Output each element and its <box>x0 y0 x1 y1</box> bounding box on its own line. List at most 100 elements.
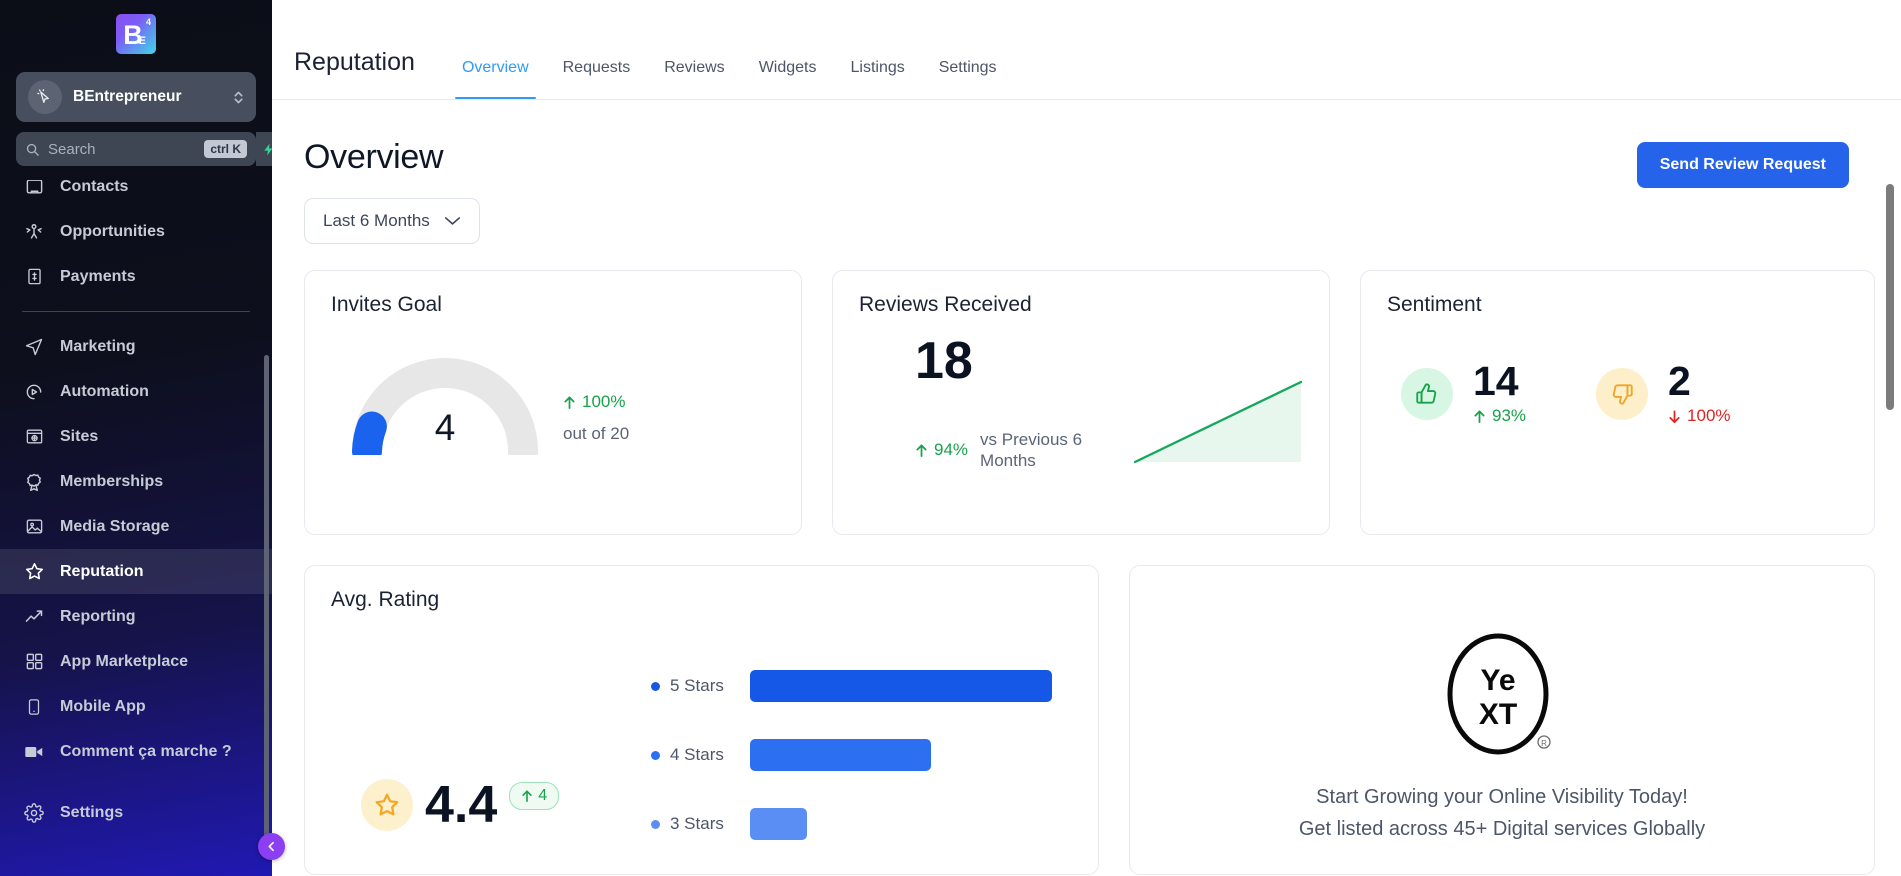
reviews-received-delta: 94% <box>915 440 968 460</box>
sidebar-item-label: Reputation <box>60 562 144 580</box>
memberships-icon <box>22 470 46 494</box>
svg-text:XT: XT <box>1479 698 1517 731</box>
search-input[interactable]: Search ctrl K <box>16 132 272 166</box>
sidebar-item-media-storage[interactable]: Media Storage <box>0 504 272 549</box>
sidebar-item-mobile-app[interactable]: Mobile App <box>0 684 272 729</box>
ai-bolt-button[interactable] <box>256 132 272 166</box>
card-invites-goal: Invites Goal 4 100% out of 20 <box>304 270 802 535</box>
sentiment-negative-value: 2 <box>1668 358 1691 404</box>
tab-bar: Overview Requests Reviews Widgets Listin… <box>445 59 1014 99</box>
invites-goal-delta: 100% <box>563 392 629 412</box>
sidebar-item-reporting[interactable]: Reporting <box>0 594 272 639</box>
overview-header-row: Overview Last 6 Months Send Review Reque… <box>304 100 1875 244</box>
opportunities-icon <box>22 220 46 244</box>
cursor-icon <box>36 88 49 103</box>
sentiment-negative: 2 100% <box>1596 361 1731 426</box>
avg-rating-change-badge: 4 <box>509 782 560 810</box>
avg-rating-summary: 4.4 4 <box>331 670 651 840</box>
reporting-trend-icon <box>22 605 46 629</box>
reviews-received-sparkline <box>1100 376 1303 472</box>
chevron-down-icon <box>444 211 461 231</box>
page-scrollbar[interactable] <box>1886 184 1894 410</box>
avg-rating-change-value: 4 <box>538 787 548 804</box>
sidebar-item-reputation[interactable]: Reputation <box>0 549 272 594</box>
sidebar: B E 4 BEntrepreneur Search ctrl K Contac… <box>0 0 272 876</box>
bar-track <box>750 739 1052 771</box>
automation-icon <box>22 380 46 404</box>
card-yext-promo: Ye XT R Start Growing your Online Visibi… <box>1129 565 1875 875</box>
reviews-received-body: 18 94% vs Previous 6 Months <box>859 335 1303 472</box>
sentiment-positive-stats: 14 93% <box>1473 361 1526 426</box>
tab-requests[interactable]: Requests <box>546 59 648 99</box>
sentiment-positive: 14 93% <box>1401 361 1526 426</box>
sidebar-item-marketing[interactable]: Marketing <box>0 324 272 369</box>
app-root: B E 4 BEntrepreneur Search ctrl K Contac… <box>0 0 1901 876</box>
chevron-left-icon <box>268 841 274 852</box>
account-switcher[interactable]: BEntrepreneur <box>16 72 256 122</box>
sidebar-item-label: Settings <box>60 803 124 821</box>
send-review-request-button[interactable]: Send Review Request <box>1636 142 1849 188</box>
search-icon <box>25 142 40 157</box>
rating-distribution-chart: 5 Stars 4 Stars 3 Stars <box>651 670 1072 840</box>
sentiment-positive-delta-value: 93% <box>1492 406 1527 425</box>
sidebar-item-comment-ca-marche[interactable]: Comment ça marche ? <box>0 729 272 774</box>
bar-fill <box>750 670 1052 702</box>
brand-logo-superscript: 4 <box>145 17 151 27</box>
bolt-icon <box>264 143 272 155</box>
brand-logo[interactable]: B E 4 <box>116 14 156 54</box>
sidebar-nav: Contacts Opportunities Payments Marketin… <box>0 180 272 876</box>
bar-track <box>750 670 1052 702</box>
invites-goal-out-of: out of 20 <box>563 424 630 443</box>
sidebar-item-memberships[interactable]: Memberships <box>0 459 272 504</box>
card-sentiment: Sentiment 14 93% 2 100% <box>1360 270 1875 535</box>
yext-logo: Ye XT R <box>1446 632 1558 762</box>
video-camera-icon <box>22 740 46 764</box>
legend-dot-icon <box>651 681 660 691</box>
sidebar-scrollbar[interactable] <box>264 355 269 855</box>
date-range-select[interactable]: Last 6 Months <box>304 198 480 244</box>
arrow-down-icon <box>1669 410 1680 423</box>
sidebar-item-app-marketplace[interactable]: App Marketplace <box>0 639 272 684</box>
main-area: Reputation Overview Requests Reviews Wid… <box>272 0 1901 876</box>
star-icon <box>361 779 413 831</box>
card-title: Invites Goal <box>331 293 442 316</box>
search-placeholder: Search <box>48 140 96 158</box>
app-marketplace-icon <box>22 650 46 674</box>
brand-logo-wrap[interactable]: B E 4 <box>0 0 272 68</box>
reviews-received-value: 18 <box>915 332 973 390</box>
secondary-cards-row: Avg. Rating 4.4 4 5 Stars 4 Stars 3 Star… <box>304 565 1875 875</box>
sidebar-item-automation[interactable]: Automation <box>0 369 272 414</box>
sidebar-item-label: Reporting <box>60 607 136 625</box>
tab-settings[interactable]: Settings <box>922 59 1014 99</box>
sentiment-negative-stats: 2 100% <box>1668 361 1730 426</box>
tab-reviews[interactable]: Reviews <box>647 59 741 99</box>
payments-icon <box>22 265 46 289</box>
sidebar-item-payments[interactable]: Payments <box>0 254 272 299</box>
sentiment-negative-delta-value: 100% <box>1687 406 1731 425</box>
sidebar-item-contacts[interactable]: Contacts <box>0 180 272 209</box>
sidebar-item-settings[interactable]: Settings <box>0 790 272 835</box>
reputation-star-icon <box>22 560 46 584</box>
kpi-cards-row: Invites Goal 4 100% out of 20 Reviews Re… <box>304 270 1875 535</box>
bar-track <box>750 808 1052 840</box>
tab-widgets[interactable]: Widgets <box>742 59 834 99</box>
sidebar-item-label: Sites <box>60 427 99 445</box>
sidebar-item-label: Payments <box>60 267 136 285</box>
tab-listings[interactable]: Listings <box>833 59 921 99</box>
reviews-received-left: 18 94% vs Previous 6 Months <box>859 335 1100 472</box>
thumbs-up-icon <box>1401 367 1453 420</box>
card-reviews-received: Reviews Received 18 94% vs Previous 6 Mo… <box>832 270 1330 535</box>
sentiment-positive-delta: 93% <box>1473 406 1526 426</box>
sidebar-item-label: Automation <box>60 382 149 400</box>
collapse-sidebar-button[interactable] <box>258 833 285 860</box>
sidebar-item-sites[interactable]: Sites <box>0 414 272 459</box>
chevron-updown-icon <box>233 89 244 106</box>
sidebar-item-opportunities[interactable]: Opportunities <box>0 209 272 254</box>
tab-overview[interactable]: Overview <box>445 59 546 99</box>
avg-rating-body: 4.4 4 5 Stars 4 Stars 3 Stars <box>331 670 1072 840</box>
thumbs-down-icon <box>1596 367 1649 420</box>
top-header: Reputation Overview Requests Reviews Wid… <box>272 0 1901 100</box>
marketing-icon <box>22 335 46 359</box>
bar-row: 4 Stars <box>651 739 1052 771</box>
